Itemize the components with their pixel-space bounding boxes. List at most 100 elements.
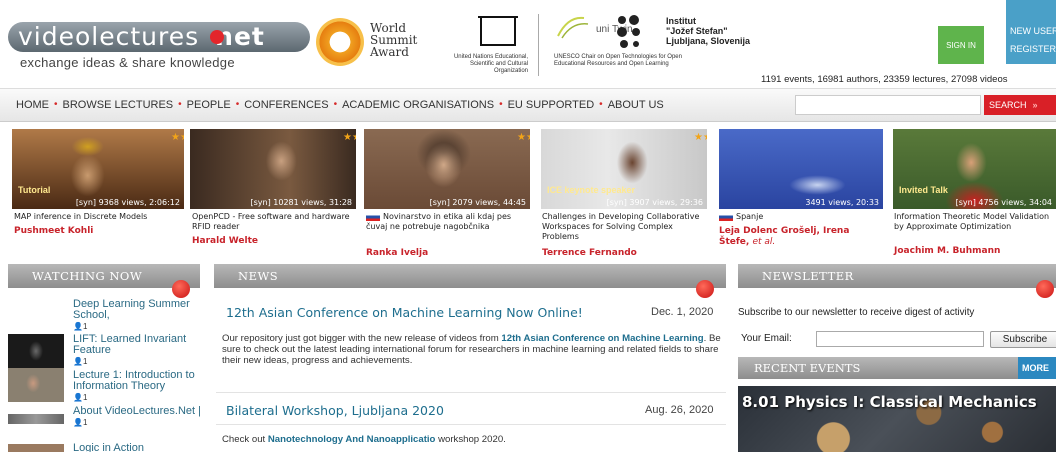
video-author-suffix: et al. [752, 237, 776, 247]
video-badge: Invited Talk [899, 185, 948, 195]
site-tagline: exchange ideas & share knowledge [20, 55, 235, 70]
viewer-count: 👤1 [73, 418, 88, 427]
news-divider [216, 392, 726, 393]
video-meta: [syn] 10281 views, 31:28 [250, 198, 352, 207]
logo-divider [538, 14, 539, 76]
newsletter-heading: NEWSLETTER [738, 264, 1056, 288]
more-button[interactable]: MORE [1018, 357, 1056, 379]
news-date: Dec. 1, 2020 [651, 306, 714, 318]
news-divider [216, 424, 726, 425]
watching-item[interactable]: Lecture 1: Introduction to Information T… [73, 370, 203, 403]
video-thumbnail[interactable]: 3491 views, 20:33 [719, 129, 883, 209]
video-author[interactable]: Ranka Ivelja [366, 248, 428, 258]
nav-people[interactable]: PEOPLE [187, 99, 231, 111]
video-title[interactable]: OpenPCD - Free software and hardware RFI… [192, 212, 356, 232]
red-dot-icon [172, 280, 190, 298]
news-title[interactable]: 12th Asian Conference on Machine Learnin… [226, 305, 583, 320]
nav-conferences[interactable]: CONFERENCES [244, 99, 328, 111]
slovenian-flag-icon [366, 212, 380, 221]
video-author[interactable]: Leja Dolenc Grošelj, Irena Štefe, et al. [719, 226, 875, 248]
video-author[interactable]: Joachim M. Buhmann [894, 246, 1000, 256]
rating-stars-icon: ★★★ [694, 132, 707, 143]
video-title[interactable]: Information Theoretic Model Validation b… [894, 212, 1056, 232]
video-thumbnail[interactable]: ★★★★★ [syn] 10281 views, 31:28 [190, 129, 356, 209]
search-input[interactable] [795, 95, 981, 115]
viewer-count: 👤1 [73, 357, 88, 366]
register-button[interactable]: NEW USER REGISTER [1006, 0, 1056, 64]
video-badge: ICE keynote speaker [547, 185, 636, 195]
watching-item-title: Lecture 1: Introduction to Information T… [73, 369, 195, 392]
news-link[interactable]: Nanotechnology And Nanoapplicatio [268, 434, 436, 445]
newsletter-description: Subscribe to our newsletter to receive d… [738, 307, 975, 318]
rating-stars-icon: ★★★★★ [517, 132, 530, 143]
ijs-logo-icon [617, 15, 640, 48]
watching-item-title: LIFT: Learned Invariant Feature [73, 333, 187, 356]
watching-thumbnail[interactable] [8, 414, 64, 424]
viewer-count: 👤1 [73, 393, 88, 402]
video-thumbnail[interactable]: ★★★ ICE keynote speaker [syn] 3907 views… [541, 129, 707, 209]
news-link[interactable]: 12th Asian Conference on Machine Learnin… [501, 333, 703, 344]
video-title-text: Novinarstvo in etika ali kdaj pes čuvaj … [366, 212, 512, 231]
video-meta: [syn] 9368 views, 2:06:12 [75, 198, 180, 207]
nav-separator: • [499, 99, 503, 110]
nav-separator: • [235, 99, 240, 110]
subscribe-button[interactable]: Subscribe [990, 331, 1056, 348]
watching-item-title: About VideoLectures.Net | [73, 405, 202, 417]
video-title[interactable]: Challenges in Developing Collaborative W… [542, 212, 708, 242]
world-summit-award-text: World Summit Award [370, 21, 418, 59]
video-badge: Tutorial [18, 185, 51, 195]
email-field[interactable] [816, 331, 984, 347]
world-summit-award-icon [316, 18, 364, 66]
video-title[interactable]: Novinarstvo in etika ali kdaj pes čuvaj … [366, 212, 530, 232]
video-meta: [syn] 3907 views, 29:36 [606, 198, 703, 207]
viewer-count: 👤1 [73, 322, 88, 331]
watching-item-title: Deep Learning Summer School, [73, 298, 190, 321]
news-date: Aug. 26, 2020 [645, 404, 714, 416]
news-heading: NEWS [214, 264, 726, 288]
site-logo[interactable]: videolectures net [18, 22, 265, 52]
watching-item[interactable]: Deep Learning Summer School, 👤1 [73, 299, 193, 332]
watching-item[interactable]: About VideoLectures.Net | 👤1 [73, 406, 203, 428]
recent-events-heading: RECENT EVENTS [738, 357, 1056, 379]
logo-wordmark: videolectures [18, 22, 200, 51]
video-author[interactable]: Harald Welte [192, 236, 258, 246]
video-title[interactable]: Spanje [719, 212, 883, 222]
unesco-caption: United Nations Educational, Scientific a… [453, 54, 528, 74]
event-title[interactable]: 8.01 Physics I: Classical Mechanics [742, 393, 1037, 411]
nav-academic-organisations[interactable]: ACADEMIC ORGANISATIONS [342, 99, 494, 111]
search-button[interactable]: SEARCH » [984, 95, 1056, 115]
video-thumbnail[interactable]: ★★★★★ [syn] 2079 views, 44:45 [364, 129, 530, 209]
video-thumbnail[interactable]: Invited Talk [syn] 4756 views, 34:04 [893, 129, 1056, 209]
nav-separator: • [333, 99, 338, 110]
unitwin-caption: UNESCO Chair on Open Technologies for Op… [554, 54, 682, 67]
video-thumbnail[interactable]: ★★★★ Tutorial [syn] 9368 views, 2:06:12 [12, 129, 184, 209]
email-label: Your Email: [741, 333, 792, 344]
red-dot-icon [696, 280, 714, 298]
ijs-name: Institut "Jožef Stefan" Ljubljana, Sloveni… [666, 16, 751, 46]
nav-separator: • [178, 99, 182, 110]
watching-now-heading: WATCHING NOW [8, 264, 200, 288]
search-arrow-icon: » [1032, 100, 1038, 110]
news-title[interactable]: Bilateral Workshop, Ljubljana 2020 [226, 403, 444, 418]
video-title-text: Spanje [736, 212, 764, 221]
video-author[interactable]: Terrence Fernando [542, 248, 637, 258]
unitwin-logo-icon [557, 16, 589, 39]
rating-stars-icon: ★★★★ [171, 132, 184, 143]
watching-thumbnail[interactable] [8, 444, 64, 452]
nav-home[interactable]: HOME [16, 99, 49, 111]
video-title[interactable]: MAP inference in Discrete Models [14, 212, 186, 222]
watching-item[interactable]: Logic in Action [73, 443, 203, 452]
video-author[interactable]: Pushmeet Kohli [14, 226, 93, 236]
watching-item[interactable]: LIFT: Learned Invariant Feature 👤1 [73, 334, 193, 367]
site-stats: 1191 events, 16981 authors, 23359 lectur… [761, 74, 1008, 85]
video-meta: [syn] 4756 views, 34:04 [955, 198, 1052, 207]
nav-separator: • [54, 99, 58, 110]
sign-in-button[interactable]: SIGN IN [938, 26, 984, 64]
nav-about-us[interactable]: ABOUT US [608, 99, 664, 111]
nav-eu-supported[interactable]: EU SUPPORTED [508, 99, 595, 111]
nav-browse-lectures[interactable]: BROWSE LECTURES [63, 99, 174, 111]
watching-thumbnail[interactable] [8, 368, 64, 402]
watching-item-title: Logic in Action [73, 442, 144, 452]
nav-separator: • [599, 99, 603, 110]
watching-thumbnail[interactable] [8, 334, 64, 368]
